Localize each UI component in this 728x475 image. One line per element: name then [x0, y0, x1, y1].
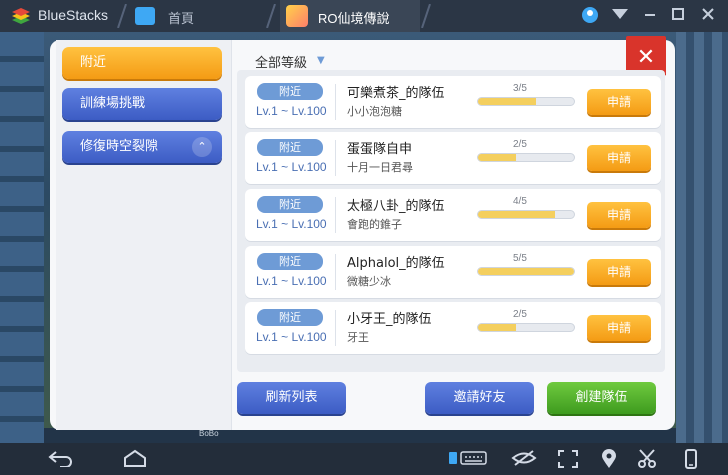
game-scenery-left — [0, 32, 44, 443]
back-icon[interactable] — [48, 449, 72, 469]
member-progress-bar — [477, 210, 575, 219]
member-progress-bar — [477, 153, 575, 162]
member-progress-bar — [477, 267, 575, 276]
member-count: 2/5 — [513, 139, 527, 150]
team-name: Alphalol_的隊伍 — [347, 256, 445, 271]
game-scenery-bottom — [44, 428, 676, 443]
nearby-badge: 附近 — [257, 139, 323, 156]
menu-training-label: 訓練場挑戰 — [80, 96, 146, 111]
nearby-badge: 附近 — [257, 253, 323, 270]
team-leader: 會跑的錐子 — [347, 218, 402, 231]
keyboard-icon[interactable] — [448, 449, 487, 469]
apply-button[interactable]: 申請 — [587, 259, 651, 285]
member-count: 5/5 — [513, 253, 527, 264]
level-filter-dropdown[interactable]: 全部等級 — [255, 52, 307, 71]
team-leader: 微糖少冰 — [347, 275, 391, 288]
nearby-badge: 附近 — [257, 83, 323, 100]
menu-training-challenge-button[interactable]: 訓練場挑戰 — [62, 88, 222, 120]
team-row: 附近 Lv.1 ~ Lv.100 可樂煮茶_的隊伍 小小泡泡糖 3/5 申請 — [245, 76, 661, 128]
team-name: 可樂煮茶_的隊伍 — [347, 86, 445, 101]
game-scenery-right — [676, 32, 728, 443]
user-icon[interactable] — [580, 6, 600, 26]
level-range: Lv.1 ~ Lv.100 — [256, 104, 327, 118]
eye-icon[interactable] — [511, 449, 537, 469]
tab-game-label: RO仙境傳說 — [318, 11, 390, 26]
member-progress-fill — [478, 211, 555, 218]
team-row: 附近 Lv.1 ~ Lv.100 Alphalol_的隊伍 微糖少冰 5/5 申… — [245, 246, 661, 298]
home-icon[interactable] — [122, 449, 146, 469]
row-divider — [335, 254, 336, 290]
member-progress-fill — [478, 268, 574, 275]
tab-divider — [117, 4, 127, 28]
character-label: BoBo — [199, 429, 219, 438]
team-row: 附近 Lv.1 ~ Lv.100 太極八卦_的隊伍 會跑的錐子 4/5 申請 — [245, 189, 661, 241]
team-row: 附近 Lv.1 ~ Lv.100 小牙王_的隊伍 牙王 2/5 申請 — [245, 302, 661, 354]
phone-rotate-icon[interactable] — [680, 449, 702, 469]
team-leader: 牙王 — [347, 331, 369, 344]
tab-divider — [421, 4, 431, 28]
scissors-icon[interactable] — [636, 449, 658, 469]
row-divider — [335, 140, 336, 176]
close-icon[interactable] — [698, 6, 718, 26]
apply-button[interactable]: 申請 — [587, 315, 651, 341]
menu-nearby-button[interactable]: 附近 — [62, 47, 222, 79]
nearby-badge: 附近 — [257, 309, 323, 326]
tab-home[interactable]: 首頁 — [168, 8, 194, 27]
menu-nearby-label: 附近 — [80, 55, 107, 70]
maximize-icon[interactable] — [668, 6, 688, 26]
title-bar: BlueStacks 首頁 RO仙境傳說 — [0, 0, 728, 32]
member-progress-bar — [477, 97, 575, 106]
menu-repair-label: 修復時空裂隙 — [80, 139, 159, 154]
location-icon[interactable] — [598, 449, 620, 469]
level-range: Lv.1 ~ Lv.100 — [256, 274, 327, 288]
member-progress-bar — [477, 323, 575, 332]
row-divider — [335, 197, 336, 233]
level-range: Lv.1 ~ Lv.100 — [256, 330, 327, 344]
game-tab-icon — [286, 5, 308, 27]
home-tab-icon[interactable] — [135, 7, 155, 25]
apply-button[interactable]: 申請 — [587, 202, 651, 228]
menu-repair-rift-button[interactable]: 修復時空裂隙 ⌃ — [62, 131, 222, 163]
dropdown-caret-icon[interactable]: ▼ — [317, 55, 325, 66]
member-progress-fill — [478, 154, 517, 161]
create-team-button[interactable]: 創建隊伍 — [547, 382, 656, 414]
refresh-list-button[interactable]: 刷新列表 — [237, 382, 346, 414]
member-count: 4/5 — [513, 196, 527, 207]
member-count: 2/5 — [513, 309, 527, 320]
member-progress-fill — [478, 98, 536, 105]
level-range: Lv.1 ~ Lv.100 — [256, 217, 327, 231]
team-name: 小牙王_的隊伍 — [347, 312, 432, 327]
apply-button[interactable]: 申請 — [587, 89, 651, 115]
level-range: Lv.1 ~ Lv.100 — [256, 160, 327, 174]
app-name: BlueStacks — [38, 7, 109, 23]
fullscreen-icon[interactable] — [557, 449, 579, 469]
member-progress-fill — [478, 324, 517, 331]
team-leader: 十月一日君尋 — [347, 161, 413, 174]
team-leader: 小小泡泡糖 — [347, 105, 402, 118]
apply-button[interactable]: 申請 — [587, 145, 651, 171]
minimize-icon[interactable] — [640, 6, 660, 26]
wifi-icon[interactable] — [610, 6, 630, 26]
tab-divider — [266, 4, 276, 28]
nearby-badge: 附近 — [257, 196, 323, 213]
member-count: 3/5 — [513, 83, 527, 94]
row-divider — [335, 310, 336, 346]
bluestacks-logo-icon — [12, 8, 30, 24]
invite-friends-button[interactable]: 邀請好友 — [425, 382, 534, 414]
team-name: 蛋蛋隊自申 — [347, 142, 413, 157]
team-row: 附近 Lv.1 ~ Lv.100 蛋蛋隊自申 十月一日君尋 2/5 申請 — [245, 132, 661, 184]
team-name: 太極八卦_的隊伍 — [347, 199, 445, 214]
row-divider — [335, 84, 336, 120]
chevron-up-icon[interactable]: ⌃ — [192, 137, 212, 157]
